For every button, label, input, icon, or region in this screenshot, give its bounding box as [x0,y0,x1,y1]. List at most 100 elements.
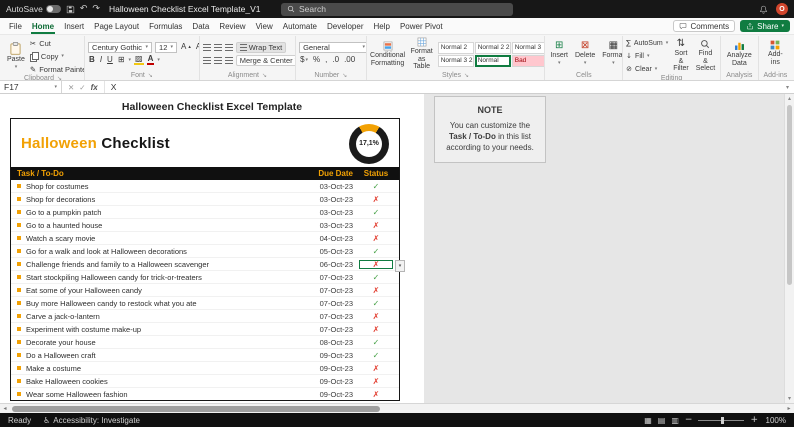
status-cell[interactable]: ✗ [359,325,393,334]
zoom-slider[interactable] [698,420,744,421]
task-cell[interactable]: Watch a scary movie [26,234,301,243]
cell-style-normal-2-2[interactable]: Normal 2 2 [475,42,511,54]
align-left-button[interactable] [203,57,211,64]
task-cell[interactable]: Do a Halloween craft [26,351,301,360]
tab-automate[interactable]: Automate [278,18,322,34]
cut-button[interactable]: ✂Cut [30,37,85,49]
due-date-cell[interactable]: 09-Oct-23 [301,377,359,386]
status-cell[interactable]: ✓ [359,299,393,308]
sheet-area[interactable]: Halloween Checklist Excel Template Hallo… [0,94,794,403]
scroll-down-icon[interactable]: ▾ [788,394,791,403]
cell-style-normal[interactable]: Normal [475,55,511,67]
task-cell[interactable]: Wear some Halloween fashion [26,390,301,399]
accounting-format-button[interactable]: $▾ [299,56,309,64]
due-date-cell[interactable]: 07-Oct-23 [301,273,359,282]
tab-review[interactable]: Review [214,18,250,34]
align-top-button[interactable] [203,44,211,51]
copy-button[interactable]: Copy▾ [30,50,85,62]
enter-icon[interactable]: ✓ [79,83,85,92]
delete-cells-button[interactable]: ⊠Delete▾ [573,41,597,66]
status-cell[interactable]: ✗ [359,377,393,386]
format-as-table-button[interactable]: Format as Table [409,37,435,71]
cell-style-normal-3[interactable]: Normal 3 [512,42,546,54]
cell-style-bad[interactable]: Bad [512,55,546,67]
align-bottom-button[interactable] [225,44,233,51]
due-date-cell[interactable]: 07-Oct-23 [301,286,359,295]
status-cell[interactable]: ✗ [359,286,393,295]
clear-button[interactable]: ⊘Clear▾ [626,63,668,75]
task-cell[interactable]: Go to a haunted house [26,221,301,230]
share-button[interactable]: Share ▾ [740,20,790,32]
tab-formulas[interactable]: Formulas [144,18,187,34]
zoom-in-button[interactable]: + [750,416,758,425]
due-date-cell[interactable]: 04-Oct-23 [301,234,359,243]
due-date-cell[interactable]: 09-Oct-23 [301,390,359,399]
due-date-cell[interactable]: 03-Oct-23 [301,182,359,191]
task-cell[interactable]: Go for a walk and look at Halloween deco… [26,247,301,256]
scroll-up-icon[interactable]: ▴ [788,94,791,103]
font-name-select[interactable]: Century Gothic▾ [88,42,152,53]
status-cell-selected[interactable]: ✗▾ [359,260,393,269]
validation-dropdown-button[interactable]: ▾ [395,260,405,272]
alignment-dialog-launcher[interactable]: ↘ [262,72,267,79]
conditional-formatting-button[interactable]: Conditional Formatting [370,41,406,67]
increase-font-button[interactable]: A▴ [180,43,192,51]
tab-page-layout[interactable]: Page Layout [89,18,144,34]
number-format-select[interactable]: General▾ [299,42,367,53]
align-center-button[interactable] [214,57,222,64]
task-cell[interactable]: Decorate your house [26,338,301,347]
status-cell[interactable]: ✗ [359,364,393,373]
name-box[interactable]: F17▾ [0,81,62,93]
task-cell[interactable]: Carve a jack-o-lantern [26,312,301,321]
tab-help[interactable]: Help [368,18,394,34]
font-size-select[interactable]: 12▾ [155,42,177,53]
task-cell[interactable]: Eat some of your Halloween candy [26,286,301,295]
cell-style-normal-3-2[interactable]: Normal 3 2 [438,55,474,67]
merge-center-button[interactable]: Merge & Center▾ [236,55,296,66]
task-cell[interactable]: Buy more Halloween candy to restock what… [26,299,301,308]
increase-decimal-button[interactable]: .0 [331,56,340,64]
scroll-right-icon[interactable]: ▸ [784,405,794,412]
status-cell[interactable]: ✓ [359,182,393,191]
underline-button[interactable]: U [106,56,114,64]
due-date-cell[interactable]: 07-Oct-23 [301,299,359,308]
due-date-cell[interactable]: 07-Oct-23 [301,312,359,321]
task-cell[interactable]: Shop for decorations [26,195,301,204]
percent-style-button[interactable]: % [312,56,321,64]
due-date-cell[interactable]: 06-Oct-23 [301,260,359,269]
redo-icon[interactable]: ↷ [92,5,100,14]
due-date-cell[interactable]: 03-Oct-23 [301,221,359,230]
status-cell[interactable]: ✓ [359,247,393,256]
status-cell[interactable]: ✗ [359,234,393,243]
number-dialog-launcher[interactable]: ↘ [342,72,347,79]
task-cell[interactable]: Bake Halloween cookies [26,377,301,386]
undo-icon[interactable]: ↶ [80,5,88,14]
font-color-button[interactable]: A [147,55,155,65]
tab-power-pivot[interactable]: Power Pivot [395,18,448,34]
tab-data[interactable]: Data [187,18,214,34]
cancel-icon[interactable]: ✕ [68,83,74,92]
analyze-data-button[interactable]: Analyze Data [724,40,755,67]
due-date-cell[interactable]: 07-Oct-23 [301,325,359,334]
find-select-button[interactable]: Find & Select [694,39,717,73]
cell-style-normal-2[interactable]: Normal 2 [438,42,474,54]
tab-view[interactable]: View [251,18,278,34]
formula-bar-expand-icon[interactable]: ▾ [781,84,794,91]
autosave-control[interactable]: AutoSave [6,4,61,14]
tab-insert[interactable]: Insert [59,18,89,34]
bold-button[interactable]: B [88,56,96,64]
horizontal-scroll-thumb[interactable] [12,406,380,412]
wrap-text-button[interactable]: Wrap Text [236,42,287,53]
due-date-cell[interactable]: 05-Oct-23 [301,247,359,256]
status-cell[interactable]: ✓ [359,208,393,217]
status-cell[interactable]: ✗ [359,312,393,321]
styles-dialog-launcher[interactable]: ↘ [464,72,469,79]
task-cell[interactable]: Challenge friends and family to a Hallow… [26,260,301,269]
format-cells-button[interactable]: ▦Format▾ [600,41,623,66]
task-cell[interactable]: Make a costume [26,364,301,373]
borders-button[interactable]: ⊞ [117,56,126,64]
tab-developer[interactable]: Developer [322,18,368,34]
due-date-cell[interactable]: 08-Oct-23 [301,338,359,347]
status-cell[interactable]: ✗ [359,195,393,204]
task-cell[interactable]: Shop for costumes [26,182,301,191]
